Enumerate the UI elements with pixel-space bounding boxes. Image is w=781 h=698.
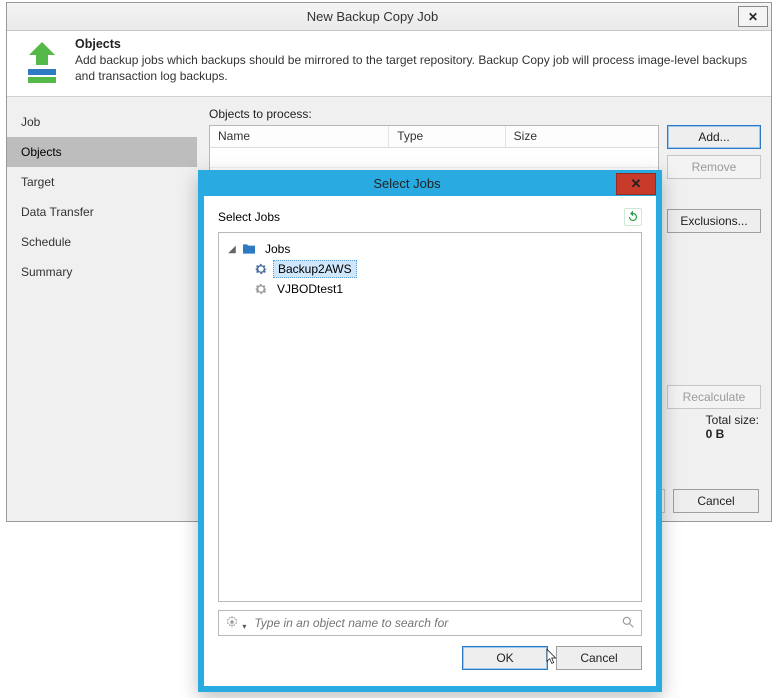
jobs-tree[interactable]: ◢ Jobs Backup2AWS VJBODtest1 [218,232,642,602]
tree-item[interactable]: VJBODtest1 [223,279,637,299]
titlebar: New Backup Copy Job ✕ [7,3,771,31]
refresh-icon[interactable] [624,208,642,226]
dialog-buttons: OK Cancel [218,646,642,670]
exclusions-button[interactable]: Exclusions... [667,209,761,233]
gear-icon [253,281,269,297]
nav-item-schedule[interactable]: Schedule [7,227,197,257]
nav-item-summary[interactable]: Summary [7,257,197,287]
nav-item-job[interactable]: Job [7,107,197,137]
search-icon[interactable] [621,615,635,632]
backup-copy-icon [19,39,65,85]
gear-icon [253,261,269,277]
close-icon: ✕ [617,176,655,192]
table-row[interactable] [210,148,658,168]
window-title: New Backup Copy Job [7,9,738,24]
wizard-nav: JobObjectsTargetData TransferScheduleSum… [7,97,197,521]
close-icon: ✕ [748,10,758,24]
dialog-close-button[interactable]: ✕ [616,173,656,195]
cell [506,148,658,167]
col-size[interactable]: Size [506,126,658,147]
banner-heading: Objects [75,37,761,51]
cell [210,148,389,167]
banner-desc: Add backup jobs which backups should be … [75,53,761,84]
cell [389,148,505,167]
dialog-header-label: Select Jobs [218,210,280,224]
tree-root[interactable]: ◢ Jobs [223,239,637,259]
dialog-title: Select Jobs [198,176,616,191]
dialog-titlebar: Select Jobs ✕ [198,170,662,196]
expander-icon[interactable]: ◢ [227,244,237,255]
tree-item-label: Backup2AWS [273,260,357,278]
ok-button[interactable]: OK [462,646,548,670]
cancel-button[interactable]: Cancel [556,646,642,670]
total-size-value: 0 B [706,427,725,441]
add-button[interactable]: Add... [667,125,761,149]
grid-header: Name Type Size [210,126,658,148]
gear-dropdown-icon[interactable]: ▾ [225,615,246,632]
objects-label: Objects to process: [209,107,761,121]
recalculate-button: Recalculate [667,385,761,409]
tree-item[interactable]: Backup2AWS [223,259,637,279]
totals: Total size: 0 B [706,413,759,441]
select-jobs-dialog: Select Jobs ✕ Select Jobs ◢ Jobs Backup2… [198,170,662,692]
nav-item-data-transfer[interactable]: Data Transfer [7,197,197,227]
banner: Objects Add backup jobs which backups sh… [7,31,771,97]
dialog-header-row: Select Jobs [218,208,642,226]
tree-item-label: VJBODtest1 [273,281,347,297]
col-type[interactable]: Type [389,126,505,147]
col-name[interactable]: Name [210,126,389,147]
tree-root-label: Jobs [261,241,294,257]
window-close-button[interactable]: ✕ [738,6,768,27]
remove-button: Remove [667,155,761,179]
jobs-folder-icon [241,241,257,257]
wizard-cancel-button[interactable]: Cancel [673,489,759,513]
nav-item-objects[interactable]: Objects [7,137,197,167]
total-size-label: Total size: [706,413,759,427]
search-input[interactable] [252,615,615,631]
nav-item-target[interactable]: Target [7,167,197,197]
search-row[interactable]: ▾ [218,610,642,636]
side-buttons: Add... Remove Exclusions... Recalculate [667,125,761,411]
banner-text: Objects Add backup jobs which backups sh… [75,37,761,92]
